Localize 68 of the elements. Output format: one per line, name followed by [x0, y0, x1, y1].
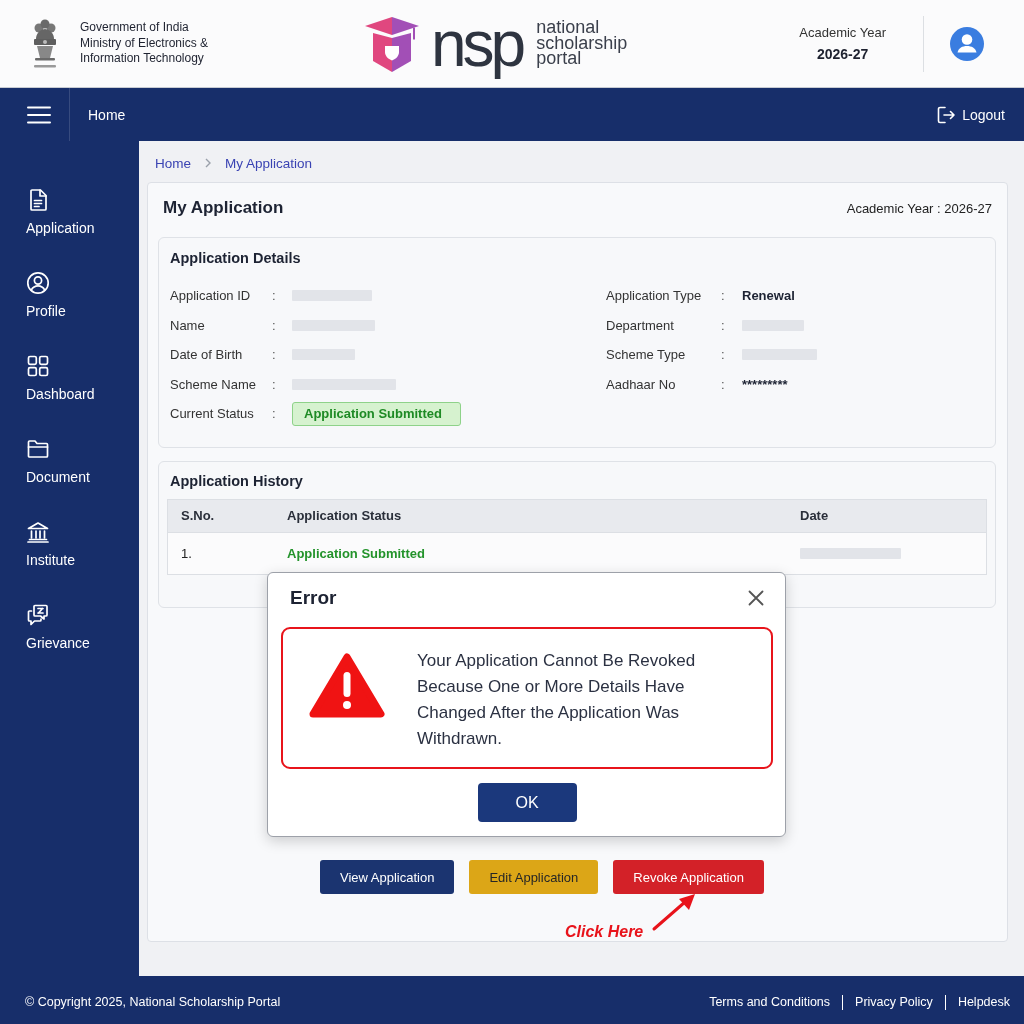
sidebar-item[interactable]: Application — [26, 188, 95, 236]
arrow-icon — [651, 892, 698, 932]
breadcrumb-link[interactable]: My Application — [225, 155, 313, 171]
close-button[interactable] — [748, 590, 764, 606]
click-here-annotation: Click Here — [565, 922, 644, 941]
field-separator: : — [721, 376, 725, 392]
sidebar-item[interactable]: Dashboard — [26, 354, 95, 402]
logo-text: national scholarship portal — [536, 20, 628, 67]
folder-icon — [26, 437, 50, 461]
sidebar-item[interactable]: Document — [26, 437, 90, 485]
field-separator: : — [721, 317, 725, 333]
footer-link[interactable]: Helpdesk — [957, 995, 1010, 1009]
breadcrumb-link[interactable]: Home — [155, 155, 191, 171]
user-circle-icon — [26, 271, 50, 295]
field-value: Renewal — [742, 288, 795, 304]
bank-building-icon — [26, 520, 50, 544]
field-separator: : — [272, 347, 276, 363]
table-cell: 1. — [181, 545, 192, 561]
column-header: Application Status — [287, 508, 402, 523]
panel-title: Application Details — [170, 249, 302, 267]
sidebar-item[interactable]: Institute — [26, 520, 76, 568]
sidebar-item[interactable]: Grievance — [26, 603, 90, 651]
field-separator: : — [721, 288, 725, 304]
field-label: Application Type — [606, 288, 702, 304]
field-separator: : — [272, 288, 276, 304]
column-header: Date — [800, 508, 829, 523]
menu-icon[interactable] — [27, 105, 51, 124]
field-label: Date of Birth — [170, 347, 243, 363]
field-label: Current Status — [170, 406, 254, 422]
column-header: S.No. — [181, 508, 215, 523]
avatar-icon[interactable] — [950, 26, 984, 61]
field-separator: : — [272, 406, 276, 422]
field-label: Name — [170, 317, 205, 333]
ministry-name: Government of India Ministry of Electronics & Information Technology — [80, 20, 210, 67]
sidebar-item[interactable]: Profile — [26, 271, 66, 319]
field-separator: : — [272, 376, 276, 392]
nav-home-link[interactable]: Home — [88, 106, 126, 123]
academic-year-value: 2026-27 — [816, 46, 869, 62]
field-separator: : — [272, 317, 276, 333]
ok-button[interactable]: OK — [477, 783, 577, 822]
error-message: Your Application Cannot Be Revoked Because One or More Details Have Changed After the Application Was Withdrawn. — [417, 650, 697, 750]
field-separator: : — [721, 347, 725, 363]
status-text: Application Submitted — [287, 545, 425, 561]
field-label: Scheme Type — [606, 347, 686, 363]
field-label: Aadhaar No — [606, 376, 676, 392]
panel-title: Application History — [170, 471, 304, 490]
academic-year-text: Academic Year : 2026-27 — [846, 200, 992, 216]
footer-link[interactable]: Terms and Conditions — [709, 995, 831, 1009]
page-title: My Application — [163, 198, 284, 218]
action-button[interactable]: Revoke Application — [613, 860, 764, 894]
close-icon — [748, 590, 764, 606]
field-label: Application ID — [170, 288, 251, 304]
copyright-text: © Copyright 2025, National Scholarship Portal — [25, 995, 281, 1009]
status-badge: Application Submitted — [292, 401, 461, 426]
chevron-icon — [205, 158, 211, 168]
footer-link[interactable]: Privacy Policy — [855, 995, 933, 1009]
field-label: Department — [606, 317, 674, 333]
warning-icon — [309, 652, 385, 718]
logout-icon — [937, 105, 956, 124]
action-button[interactable]: Edit Application — [469, 860, 599, 894]
dialog-title: Error — [290, 587, 337, 609]
logout-button[interactable]: Logout — [937, 105, 1005, 124]
field-label: Scheme Name — [170, 376, 256, 392]
academic-year-label: Academic Year — [799, 25, 886, 40]
chat-bubbles-icon — [26, 603, 50, 627]
action-button[interactable]: View Application — [320, 860, 455, 894]
grid-icon — [26, 354, 50, 378]
field-value: ********* — [742, 376, 788, 392]
